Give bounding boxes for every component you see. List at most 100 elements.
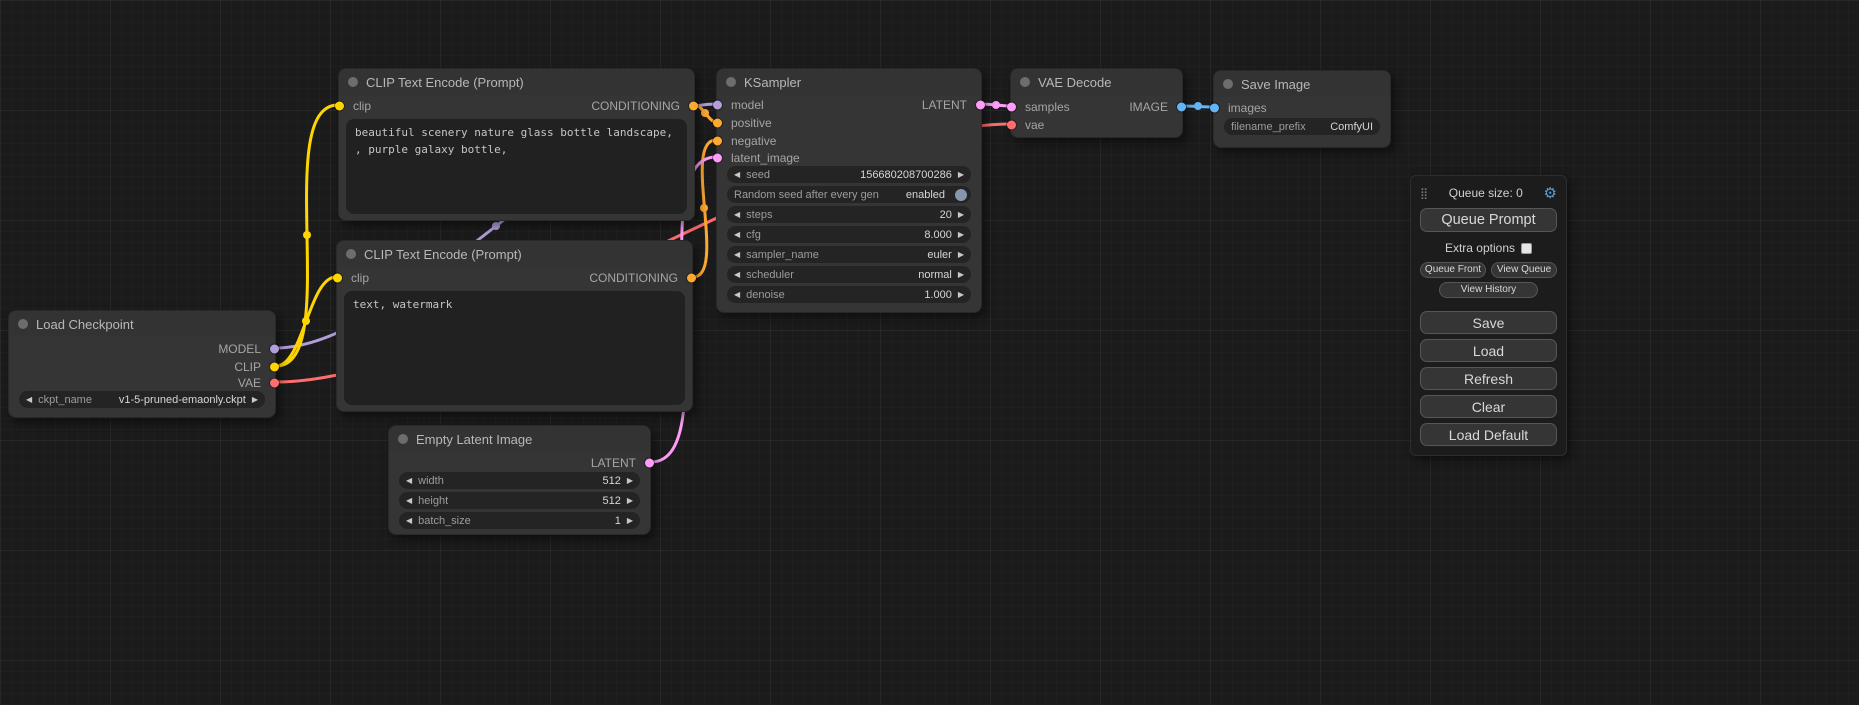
decrement-arrow-icon[interactable]: ◀	[26, 396, 32, 404]
decrement-arrow-icon[interactable]: ◀	[734, 171, 740, 179]
node-title-bar[interactable]: CLIP Text Encode (Prompt)	[339, 69, 694, 95]
clip-port-dot[interactable]	[333, 274, 342, 283]
drag-handle-icon[interactable]: ⣿	[1420, 187, 1428, 200]
conditioning-port-dot[interactable]	[687, 274, 696, 283]
extra-options-checkbox[interactable]	[1521, 243, 1532, 254]
height-widget[interactable]: ◀ height 512 ▶	[399, 492, 640, 509]
node-vae-decode[interactable]: VAE Decode samples vae IMAGE	[1010, 68, 1183, 138]
image-port-dot[interactable]	[1210, 104, 1219, 113]
increment-arrow-icon[interactable]: ▶	[627, 477, 633, 485]
decrement-arrow-icon[interactable]: ◀	[406, 497, 412, 505]
refresh-button[interactable]: Refresh	[1420, 367, 1557, 390]
clear-button[interactable]: Clear	[1420, 395, 1557, 418]
model-port-dot[interactable]	[270, 345, 279, 354]
node-load-checkpoint[interactable]: Load Checkpoint MODEL CLIP VAE ◀ ckpt_na…	[8, 310, 276, 418]
vae-port-dot[interactable]	[270, 379, 279, 388]
toggle-knob-icon[interactable]	[955, 189, 967, 201]
latent-port-dot[interactable]	[1007, 103, 1016, 112]
width-widget[interactable]: ◀ width 512 ▶	[399, 472, 640, 489]
input-positive[interactable]: positive	[717, 115, 772, 131]
collapse-dot-icon[interactable]	[726, 77, 736, 87]
ckpt-name-widget[interactable]: ◀ ckpt_name v1-5-pruned-emaonly.ckpt ▶	[19, 391, 265, 408]
node-title-bar[interactable]: VAE Decode	[1011, 69, 1182, 95]
view-queue-button[interactable]: View Queue	[1491, 262, 1557, 278]
collapse-dot-icon[interactable]	[348, 77, 358, 87]
collapse-dot-icon[interactable]	[18, 319, 28, 329]
input-model[interactable]: model	[717, 97, 764, 113]
filename-prefix-widget[interactable]: filename_prefix ComfyUI	[1224, 118, 1380, 135]
increment-arrow-icon[interactable]: ▶	[252, 396, 258, 404]
image-port-dot[interactable]	[1177, 103, 1186, 112]
increment-arrow-icon[interactable]: ▶	[627, 497, 633, 505]
input-samples[interactable]: samples	[1011, 99, 1070, 115]
node-clip-text-encode-negative[interactable]: CLIP Text Encode (Prompt) clip CONDITION…	[336, 240, 693, 412]
increment-arrow-icon[interactable]: ▶	[958, 271, 964, 279]
conditioning-port-dot[interactable]	[689, 102, 698, 111]
decrement-arrow-icon[interactable]: ◀	[734, 291, 740, 299]
output-model[interactable]: MODEL	[218, 341, 275, 357]
denoise-widget[interactable]: ◀ denoise 1.000 ▶	[727, 286, 971, 303]
node-title-bar[interactable]: Save Image	[1214, 71, 1390, 97]
output-image[interactable]: IMAGE	[1129, 99, 1182, 115]
increment-arrow-icon[interactable]: ▶	[958, 291, 964, 299]
output-vae[interactable]: VAE	[238, 375, 275, 391]
increment-arrow-icon[interactable]: ▶	[958, 171, 964, 179]
input-latent-image[interactable]: latent_image	[717, 150, 800, 166]
node-empty-latent-image[interactable]: Empty Latent Image LATENT ◀ width 512 ▶ …	[388, 425, 651, 535]
positive-prompt-textarea[interactable]	[346, 119, 687, 214]
latent-port-dot[interactable]	[713, 154, 722, 163]
increment-arrow-icon[interactable]: ▶	[958, 211, 964, 219]
random-seed-toggle[interactable]: Random seed after every gen enabled	[727, 186, 971, 203]
latent-port-dot[interactable]	[645, 459, 654, 468]
output-latent[interactable]: LATENT	[922, 97, 981, 113]
load-default-button[interactable]: Load Default	[1420, 423, 1557, 446]
input-vae[interactable]: vae	[1011, 117, 1044, 133]
decrement-arrow-icon[interactable]: ◀	[734, 211, 740, 219]
model-port-dot[interactable]	[713, 101, 722, 110]
collapse-dot-icon[interactable]	[346, 249, 356, 259]
conditioning-port-dot[interactable]	[713, 137, 722, 146]
decrement-arrow-icon[interactable]: ◀	[734, 271, 740, 279]
collapse-dot-icon[interactable]	[1223, 79, 1233, 89]
latent-port-dot[interactable]	[976, 101, 985, 110]
node-ksampler[interactable]: KSampler model positive negative latent_…	[716, 68, 982, 313]
steps-widget[interactable]: ◀ steps 20 ▶	[727, 206, 971, 223]
node-title-bar[interactable]: KSampler	[717, 69, 981, 95]
decrement-arrow-icon[interactable]: ◀	[406, 517, 412, 525]
input-clip[interactable]: clip	[339, 98, 371, 114]
input-images[interactable]: images	[1214, 100, 1267, 116]
decrement-arrow-icon[interactable]: ◀	[406, 477, 412, 485]
negative-prompt-textarea[interactable]	[344, 291, 685, 405]
sampler-name-widget[interactable]: ◀ sampler_name euler ▶	[727, 246, 971, 263]
node-clip-text-encode-positive[interactable]: CLIP Text Encode (Prompt) clip CONDITION…	[338, 68, 695, 221]
increment-arrow-icon[interactable]: ▶	[958, 231, 964, 239]
output-clip[interactable]: CLIP	[234, 359, 275, 375]
conditioning-port-dot[interactable]	[713, 119, 722, 128]
view-history-button[interactable]: View History	[1439, 282, 1538, 298]
node-title-bar[interactable]: CLIP Text Encode (Prompt)	[337, 241, 692, 267]
cfg-widget[interactable]: ◀ cfg 8.000 ▶	[727, 226, 971, 243]
scheduler-widget[interactable]: ◀ scheduler normal ▶	[727, 266, 971, 283]
clip-port-dot[interactable]	[270, 363, 279, 372]
vae-port-dot[interactable]	[1007, 121, 1016, 130]
load-button[interactable]: Load	[1420, 339, 1557, 362]
node-save-image[interactable]: Save Image images filename_prefix ComfyU…	[1213, 70, 1391, 148]
increment-arrow-icon[interactable]: ▶	[627, 517, 633, 525]
queue-front-button[interactable]: Queue Front	[1420, 262, 1486, 278]
decrement-arrow-icon[interactable]: ◀	[734, 231, 740, 239]
collapse-dot-icon[interactable]	[398, 434, 408, 444]
queue-prompt-button[interactable]: Queue Prompt	[1420, 208, 1557, 232]
output-conditioning[interactable]: CONDITIONING	[589, 270, 692, 286]
node-title-bar[interactable]: Load Checkpoint	[9, 311, 275, 337]
collapse-dot-icon[interactable]	[1020, 77, 1030, 87]
clip-port-dot[interactable]	[335, 102, 344, 111]
input-clip[interactable]: clip	[337, 270, 369, 286]
seed-widget[interactable]: ◀ seed 156680208700286 ▶	[727, 166, 971, 183]
settings-gear-icon[interactable]: ⚙	[1544, 186, 1557, 201]
node-graph-canvas[interactable]: Load Checkpoint MODEL CLIP VAE ◀ ckpt_na…	[0, 0, 1859, 705]
output-latent[interactable]: LATENT	[591, 455, 650, 471]
batch-size-widget[interactable]: ◀ batch_size 1 ▶	[399, 512, 640, 529]
output-conditioning[interactable]: CONDITIONING	[591, 98, 694, 114]
decrement-arrow-icon[interactable]: ◀	[734, 251, 740, 259]
input-negative[interactable]: negative	[717, 133, 776, 149]
